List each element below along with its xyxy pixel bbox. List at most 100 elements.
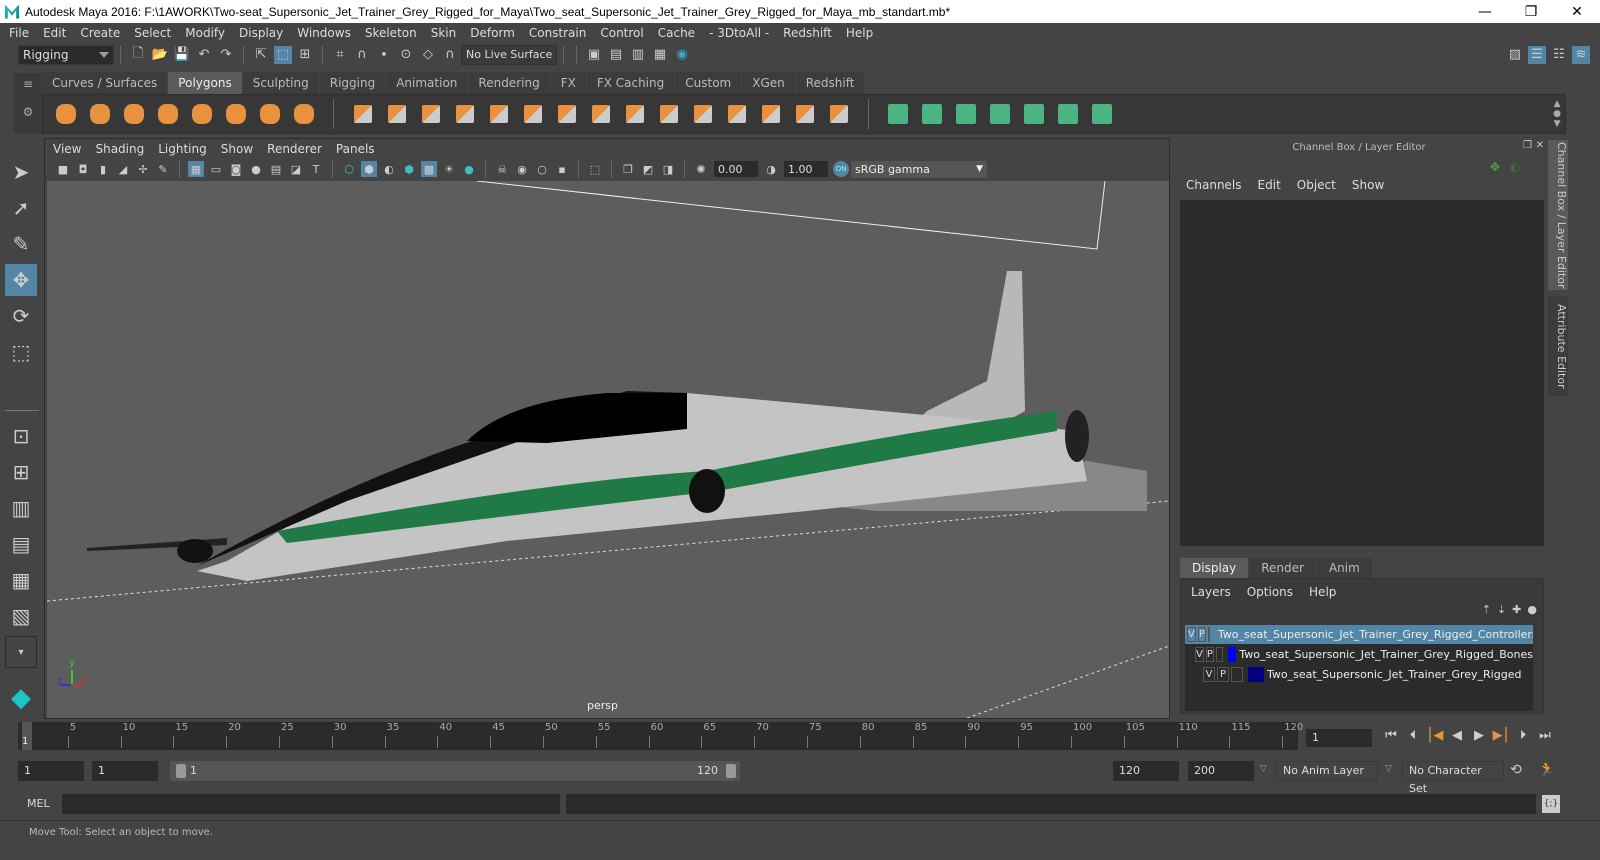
shelf-tab-fx[interactable]: FX (550, 72, 586, 94)
isolate-select-icon[interactable]: ⬚ (587, 161, 603, 177)
shelf-tab-custom[interactable]: Custom (675, 72, 742, 94)
exposure-field[interactable]: 0.00 (714, 161, 758, 177)
menu-edit[interactable]: Edit (43, 26, 66, 40)
shelf-scroll[interactable]: ▲ ● ▼ (1553, 99, 1561, 129)
go-to-end-icon[interactable]: ⏭ (1534, 728, 1556, 746)
channel-list[interactable] (1180, 200, 1544, 546)
close-button[interactable]: ✕ (1554, 0, 1600, 23)
image-plane-icon[interactable]: ◢ (115, 161, 131, 177)
combine-icon[interactable] (350, 101, 376, 127)
camera-attributes-icon[interactable]: ◘ (75, 161, 91, 177)
channel-menu-show[interactable]: Show (1352, 178, 1384, 192)
viewport-menu-panels[interactable]: Panels (336, 142, 375, 156)
wireframe-icon[interactable]: ⬡ (341, 161, 357, 177)
gamma-icon[interactable]: ◑ (763, 161, 779, 177)
menu-set-dropdown[interactable]: Rigging (18, 44, 114, 65)
visibility-toggle[interactable]: V (1195, 647, 1204, 662)
bridge-icon[interactable] (520, 101, 546, 127)
poly-cone-icon[interactable] (155, 101, 181, 127)
poly-sphere-icon[interactable] (53, 101, 79, 127)
chevron-down-icon[interactable]: ▽ (1385, 764, 1392, 774)
menu-windows[interactable]: Windows (297, 26, 351, 40)
snap-grid-icon[interactable]: ⌗ (331, 46, 349, 64)
animation-preferences-icon[interactable]: 🏃 (1538, 762, 1555, 778)
auto-map-icon[interactable] (987, 101, 1013, 127)
close-panel-icon[interactable]: ✕ (1536, 140, 1544, 151)
playback-toggle[interactable]: P (1197, 627, 1206, 642)
tool-settings-icon[interactable]: ☷ (1550, 46, 1568, 64)
xray-joints-icon[interactable]: ❐ (620, 161, 636, 177)
layer-tab-anim[interactable]: Anim (1316, 558, 1372, 578)
shelf-menu-icon[interactable]: ≡ (14, 77, 42, 91)
mirror-icon[interactable] (418, 101, 444, 127)
use-all-lights-icon[interactable]: ☀ (441, 161, 457, 177)
target-weld-icon[interactable] (656, 101, 682, 127)
grid-icon[interactable]: ▦ (188, 161, 204, 177)
start-time-field[interactable]: 1 (18, 761, 84, 781)
snap-point-icon[interactable]: ∙ (375, 46, 393, 64)
anim-layer-dropdown[interactable]: No Anim Layer (1276, 761, 1378, 781)
resolution-gate-icon[interactable]: ◙ (228, 161, 244, 177)
layout-more-icon[interactable]: ▾ (5, 636, 37, 668)
shelf-tab-fx-caching[interactable]: FX Caching (586, 72, 675, 94)
play-forward-icon[interactable]: ▶ (1468, 728, 1490, 746)
step-forward-frame-icon[interactable]: ⏵ (1512, 728, 1534, 746)
shelf-tab-redshift[interactable]: Redshift (795, 72, 865, 94)
new-scene-icon[interactable]: 🗋 (129, 46, 147, 64)
undo-icon[interactable]: ↶ (195, 46, 213, 64)
open-scene-icon[interactable]: 📂 (151, 46, 169, 64)
scale-tool-icon[interactable]: ⬚ (5, 336, 37, 368)
menu-help[interactable]: Help (846, 26, 873, 40)
exposure-icon[interactable]: ✺ (693, 161, 709, 177)
rotate-tool-icon[interactable]: ⟳ (5, 300, 37, 332)
anti-aliasing-icon[interactable]: ○ (534, 161, 550, 177)
menu-skeleton[interactable]: Skeleton (365, 26, 417, 40)
motion-blur-icon[interactable]: ◉ (514, 161, 530, 177)
ipr-render-icon[interactable]: ▥ (629, 46, 647, 64)
shelf-tab-sculpting[interactable]: Sculpting (242, 72, 319, 94)
layer-row[interactable]: V P Two_seat_Supersonic_Jet_Trainer_Grey_R… (1185, 665, 1533, 684)
shadows-icon[interactable]: ● (461, 161, 477, 177)
step-back-key-icon[interactable]: ⎮◀ (1424, 728, 1446, 746)
poly-cube-icon[interactable] (87, 101, 113, 127)
offset-loop-icon[interactable] (724, 101, 750, 127)
hypershade-persp-layout-icon[interactable]: ▦ (5, 564, 37, 596)
current-frame-field[interactable]: 1 (1306, 729, 1372, 747)
fill-hole-icon[interactable] (792, 101, 818, 127)
multicut-icon[interactable] (622, 101, 648, 127)
shelf-tab-animation[interactable]: Animation (386, 72, 468, 94)
manipulator-icon[interactable]: ✥ (1490, 160, 1500, 174)
hypershade-icon[interactable]: ◉ (673, 46, 691, 64)
viewport-menu-shading[interactable]: Shading (95, 142, 144, 156)
channel-menu-channels[interactable]: Channels (1186, 178, 1242, 192)
menu-skin[interactable]: Skin (431, 26, 457, 40)
unfold-icon[interactable] (1021, 101, 1047, 127)
channel-box-toggle-icon[interactable]: ≋ (1572, 45, 1590, 64)
film-gate-icon[interactable]: ▭ (208, 161, 224, 177)
menu-display[interactable]: Display (239, 26, 283, 40)
character-set-dropdown[interactable]: No Character Set (1402, 761, 1504, 795)
view-transform-dropdown[interactable]: sRGB gamma ▼ (851, 160, 987, 178)
persp-graph-layout-icon[interactable]: ▤ (5, 528, 37, 560)
play-backward-icon[interactable]: ◀ (1446, 728, 1468, 746)
textured-icon[interactable]: ▩ (421, 161, 437, 177)
cylindrical-map-icon[interactable] (919, 101, 945, 127)
lasso-tool-icon[interactable]: ➚ (5, 192, 37, 224)
shelf-tab-rigging[interactable]: Rigging (319, 72, 386, 94)
grease-pencil-icon[interactable]: ✎ (155, 161, 171, 177)
persp-graph-outliner-layout-icon[interactable]: ▧ (5, 600, 37, 632)
uv-editor-icon[interactable] (1055, 101, 1081, 127)
range-slider[interactable]: 1 120 (170, 761, 740, 781)
layer-menu-layers[interactable]: Layers (1191, 585, 1231, 599)
animation-start-field[interactable]: 1 (92, 761, 158, 781)
poly-pipe-icon[interactable] (291, 101, 317, 127)
visibility-toggle[interactable]: V (1203, 667, 1215, 682)
xray-icon[interactable]: ⬢ (401, 161, 417, 177)
safe-title-icon[interactable]: T (308, 161, 324, 177)
playback-toggle[interactable]: P (1205, 647, 1214, 662)
poly-torus-icon[interactable] (223, 101, 249, 127)
gate-mask-icon[interactable]: ● (248, 161, 264, 177)
command-input[interactable] (62, 794, 560, 814)
step-forward-key-icon[interactable]: ▶⎮ (1490, 728, 1512, 746)
new-layer-icon[interactable]: ✚ (1512, 603, 1521, 616)
